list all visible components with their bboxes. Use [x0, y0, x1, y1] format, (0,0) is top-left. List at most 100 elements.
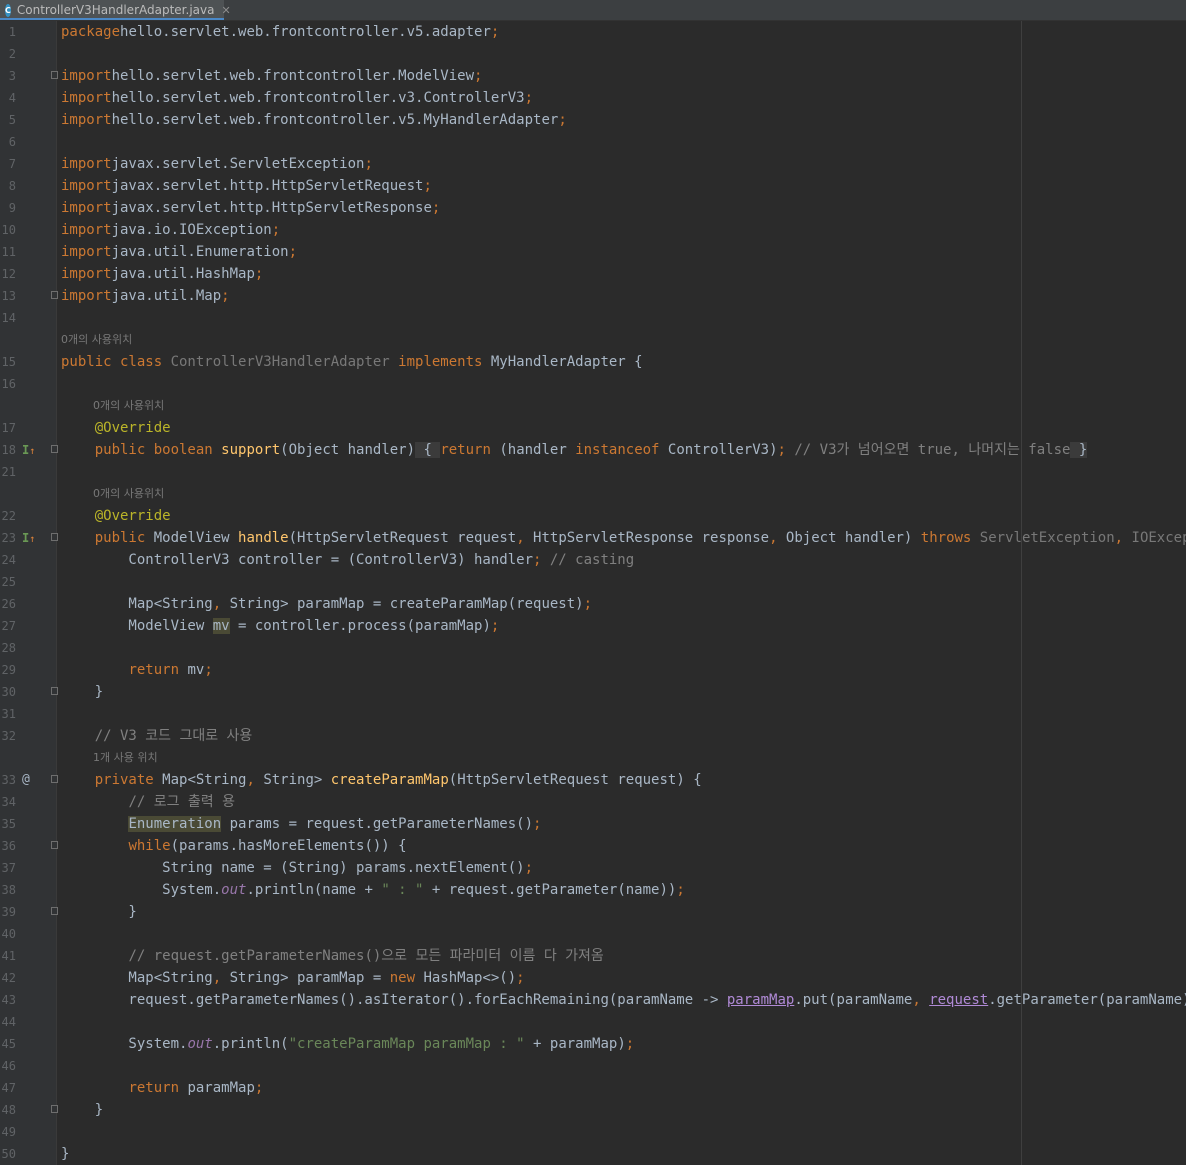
code-line[interactable]: 43 request.getParameterNames().asIterato…: [0, 989, 1186, 1011]
code-line[interactable]: 3 importhello.servlet.web.frontcontroller…: [0, 65, 1186, 87]
line-number: 40: [1, 927, 16, 941]
code-text: @Override: [61, 505, 171, 527]
fold-toggle-icon[interactable]: [51, 841, 58, 849]
line-number: 2: [8, 47, 16, 61]
code-token: java.util.HashMap: [111, 266, 255, 282]
fold-toggle-icon[interactable]: [51, 775, 58, 783]
line-number: 24: [1, 553, 16, 567]
code-token: return: [440, 442, 500, 458]
implements-method-icon[interactable]: I↑: [22, 439, 35, 463]
code-line[interactable]: 16: [0, 373, 1186, 395]
fold-toggle-icon[interactable]: [51, 71, 58, 79]
code-line[interactable]: 28: [0, 637, 1186, 659]
code-line[interactable]: 27 ModelView mv = controller.process(par…: [0, 615, 1186, 637]
code-line[interactable]: 33 @ private Map<String, String> createPa…: [0, 769, 1186, 791]
code-line[interactable]: 25: [0, 571, 1186, 593]
code-line[interactable]: 24 ControllerV3 controller = (Controller…: [0, 549, 1186, 571]
close-icon[interactable]: ✕: [221, 4, 230, 17]
fold-toggle-icon[interactable]: [51, 907, 58, 915]
code-line[interactable]: 34 // 로그 출력 용: [0, 791, 1186, 813]
code-token: hello.servlet.web.frontcontroller.v3.Con…: [111, 90, 525, 106]
code-token: hello.servlet.web.frontcontroller.v5.ada…: [120, 24, 491, 40]
fold-toggle-icon[interactable]: [51, 445, 58, 453]
code-line[interactable]: 46: [0, 1055, 1186, 1077]
line-number: 16: [1, 377, 16, 391]
code-token: + paramMap): [524, 1036, 626, 1052]
code-line[interactable]: 29 return mv;: [0, 659, 1186, 681]
code-line[interactable]: 23 I↑ public ModelView handle(HttpServlet…: [0, 527, 1186, 549]
usage-hint[interactable]: 0개의 사용위치: [0, 395, 1186, 417]
code-text: importjava.util.Enumeration;: [61, 241, 297, 263]
code-line[interactable]: 40: [0, 923, 1186, 945]
line-number: 38: [1, 883, 16, 897]
code-token: ;: [524, 90, 534, 106]
active-tab-indicator: [0, 18, 224, 20]
line-number: 15: [1, 355, 16, 369]
code-token: paramMap: [187, 1080, 255, 1096]
code-text: while(params.hasMoreElements()) {: [61, 835, 406, 857]
code-line[interactable]: 7 importjavax.servlet.ServletException;: [0, 153, 1186, 175]
code-line[interactable]: 6: [0, 131, 1186, 153]
code-token: }: [61, 1146, 70, 1162]
code-line[interactable]: 44: [0, 1011, 1186, 1033]
code-line[interactable]: 11 importjava.util.Enumeration;: [0, 241, 1186, 263]
code-line[interactable]: 39 }: [0, 901, 1186, 923]
code-token: mv: [212, 618, 230, 634]
code-token: public boolean: [94, 442, 222, 458]
code-line[interactable]: 14: [0, 307, 1186, 329]
line-number: 35: [1, 817, 16, 831]
code-line[interactable]: 37 String name = (String) params.nextEle…: [0, 857, 1186, 879]
code-line[interactable]: 8 importjavax.servlet.http.HttpServletReq…: [0, 175, 1186, 197]
code-line[interactable]: 22 @Override: [0, 505, 1186, 527]
code-line[interactable]: 4 importhello.servlet.web.frontcontroller…: [0, 87, 1186, 109]
file-tab[interactable]: C ControllerV3HandlerAdapter.java ✕: [0, 0, 231, 20]
code-line[interactable]: 45 System.out.println("createParamMap pa…: [0, 1033, 1186, 1055]
line-number: 22: [1, 509, 16, 523]
code-line[interactable]: 15 public class ControllerV3HandlerAdapte…: [0, 351, 1186, 373]
usage-hint[interactable]: 1개 사용 위치: [0, 747, 1186, 769]
code-line[interactable]: 21: [0, 461, 1186, 483]
fold-toggle-icon[interactable]: [51, 291, 58, 299]
code-line[interactable]: 13 importjava.util.Map;: [0, 285, 1186, 307]
code-line[interactable]: 32 // V3 코드 그대로 사용: [0, 725, 1186, 747]
fold-toggle-icon[interactable]: [51, 533, 58, 541]
usage-hint[interactable]: 0개의 사용위치: [0, 483, 1186, 505]
code-line[interactable]: 47 return paramMap;: [0, 1077, 1186, 1099]
code-line[interactable]: 9 importjavax.servlet.http.HttpServletRes…: [0, 197, 1186, 219]
code-line[interactable]: 12 importjava.util.HashMap;: [0, 263, 1186, 285]
code-line[interactable]: 36 while(params.hasMoreElements()) {: [0, 835, 1186, 857]
code-text: importhello.servlet.web.frontcontroller.…: [61, 109, 567, 131]
implements-method-icon[interactable]: I↑: [22, 527, 35, 551]
code-line[interactable]: 5 importhello.servlet.web.frontcontroller…: [0, 109, 1186, 131]
code-line[interactable]: 41 // request.getParameterNames()으로 모든 파…: [0, 945, 1186, 967]
code-line[interactable]: 26 Map<String, String> paramMap = create…: [0, 593, 1186, 615]
code-token: ;: [533, 816, 542, 832]
code-line[interactable]: 35 Enumeration params = request.getParam…: [0, 813, 1186, 835]
code-text: importjavax.servlet.ServletException;: [61, 153, 373, 175]
code-token: String> paramMap = createParamMap(reques…: [229, 596, 584, 612]
code-line[interactable]: 30 }: [0, 681, 1186, 703]
code-token: String> paramMap =: [229, 970, 390, 986]
code-line[interactable]: 17 @Override: [0, 417, 1186, 439]
annotation-at-icon[interactable]: @: [22, 769, 30, 791]
code-line[interactable]: 2: [0, 43, 1186, 65]
code-editor[interactable]: 1 packagehello.servlet.web.frontcontrolle…: [0, 21, 1186, 1165]
code-line[interactable]: 48 }: [0, 1099, 1186, 1121]
fold-toggle-icon[interactable]: [51, 1105, 58, 1113]
code-line[interactable]: 38 System.out.println(name + " : " + req…: [0, 879, 1186, 901]
code-line[interactable]: 49: [0, 1121, 1186, 1143]
usage-hint[interactable]: 0개의 사용위치: [0, 329, 1186, 351]
code-token: }: [61, 904, 137, 920]
code-line[interactable]: 42 Map<String, String> paramMap = new Ha…: [0, 967, 1186, 989]
code-line[interactable]: 18 I↑ public boolean support(Object handl…: [0, 439, 1186, 461]
line-number: 14: [1, 311, 16, 325]
code-line[interactable]: 50}: [0, 1143, 1186, 1165]
code-token: ,: [246, 772, 264, 788]
code-text: public class ControllerV3HandlerAdapter …: [61, 351, 643, 373]
fold-toggle-icon[interactable]: [51, 687, 58, 695]
code-line[interactable]: 31: [0, 703, 1186, 725]
code-line[interactable]: 10 importjava.io.IOException;: [0, 219, 1186, 241]
code-token: import: [61, 112, 112, 128]
code-line[interactable]: 1 packagehello.servlet.web.frontcontrolle…: [0, 21, 1186, 43]
